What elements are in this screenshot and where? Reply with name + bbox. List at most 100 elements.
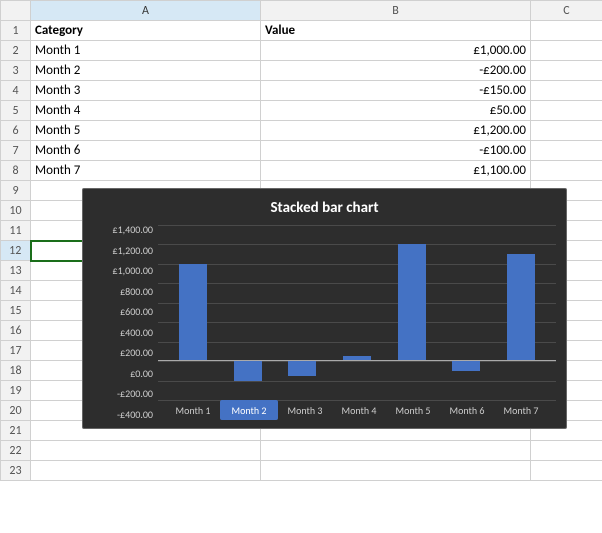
row-number: 21 [1,421,31,441]
bar [288,361,316,376]
cell-b[interactable] [261,441,531,461]
bar-group [166,225,221,400]
row-number: 13 [1,261,31,281]
cell-b[interactable]: -£150.00 [261,81,531,101]
y-axis-label: £1,200.00 [113,246,154,256]
cell-c[interactable] [531,81,602,101]
table-row: 8Month 7£1,100.00 [1,161,602,181]
bar-group [493,225,548,400]
bar-group [439,225,494,400]
y-axis-label: -£200.00 [117,389,153,399]
col-header-b[interactable]: B [261,1,531,21]
y-axis: £1,400.00£1,200.00£1,000.00£800.00£600.0… [93,225,158,420]
cell-b[interactable]: £1,000.00 [261,41,531,61]
x-axis-label: Month 1 [166,400,220,420]
col-header-c[interactable]: C [531,1,602,21]
plot-area: Month 1Month 2Month 3Month 4Month 5Month… [158,225,556,420]
y-axis-label: £400.00 [120,328,153,338]
row-number: 4 [1,81,31,101]
y-axis-label: £0.00 [130,369,153,379]
row-number: 17 [1,341,31,361]
row-number: 20 [1,401,31,421]
cell-a[interactable]: Month 2 [31,61,261,81]
row-number: 11 [1,221,31,241]
cell-a[interactable]: Month 6 [31,141,261,161]
cell-a[interactable]: Month 1 [31,41,261,61]
cell-c[interactable] [531,141,602,161]
bar-group [384,225,439,400]
cell-b[interactable]: -£100.00 [261,141,531,161]
bar-group [221,225,276,400]
cell-b[interactable]: -£200.00 [261,61,531,81]
row-number: 16 [1,321,31,341]
table-row: 22 [1,441,602,461]
cell-c[interactable] [531,101,602,121]
y-axis-label: -£400.00 [117,410,153,420]
corner-header [1,1,31,21]
table-row: 7Month 6-£100.00 [1,141,602,161]
x-labels: Month 1Month 2Month 3Month 4Month 5Month… [158,400,556,420]
cell-c[interactable] [531,461,602,481]
table-row: 3Month 2-£200.00 [1,61,602,81]
chart-body: £1,400.00£1,200.00£1,000.00£800.00£600.0… [93,225,556,420]
cell-c[interactable] [531,41,602,61]
row-number: 9 [1,181,31,201]
y-axis-label: £800.00 [120,287,153,297]
cell-b[interactable] [261,461,531,481]
cell-c[interactable] [531,441,602,461]
row-number: 14 [1,281,31,301]
cell-b[interactable]: Value [261,21,531,41]
col-header-a[interactable]: A [31,1,261,21]
zero-line [158,360,556,361]
row-number: 18 [1,361,31,381]
row-number: 15 [1,301,31,321]
bar [507,254,535,361]
x-axis-label: Month 2 [220,400,278,420]
row-number: 23 [1,461,31,481]
table-row: 1CategoryValue [1,21,602,41]
bar [452,361,480,371]
row-number: 12 [1,241,31,261]
table-row: 23 [1,461,602,481]
bar-group [330,225,385,400]
x-axis-label: Month 4 [332,400,386,420]
table-row: 4Month 3-£150.00 [1,81,602,101]
cell-b[interactable]: £50.00 [261,101,531,121]
bars-container [158,225,556,400]
x-axis-label: Month 5 [386,400,440,420]
row-number: 6 [1,121,31,141]
bar [398,244,426,361]
cell-b[interactable]: £1,100.00 [261,161,531,181]
row-number: 2 [1,41,31,61]
cell-a[interactable] [31,441,261,461]
x-axis-label: Month 6 [440,400,494,420]
row-number: 5 [1,101,31,121]
table-row: 2Month 1£1,000.00 [1,41,602,61]
row-number: 8 [1,161,31,181]
cell-a[interactable]: Month 7 [31,161,261,181]
bar [179,264,207,361]
row-number: 10 [1,201,31,221]
cell-c[interactable] [531,21,602,41]
chart-title: Stacked bar chart [93,199,556,217]
cell-b[interactable]: £1,200.00 [261,121,531,141]
cell-a[interactable] [31,461,261,481]
cell-a[interactable]: Month 5 [31,121,261,141]
row-number: 3 [1,61,31,81]
cell-c[interactable] [531,161,602,181]
cell-a[interactable]: Month 3 [31,81,261,101]
chart-container[interactable]: Stacked bar chart £1,400.00£1,200.00£1,0… [82,188,567,429]
y-axis-label: £200.00 [120,348,153,358]
cell-c[interactable] [531,61,602,81]
cell-a[interactable]: Category [31,21,261,41]
row-number: 19 [1,381,31,401]
row-number: 7 [1,141,31,161]
bar-group [275,225,330,400]
cell-c[interactable] [531,121,602,141]
row-number: 22 [1,441,31,461]
spreadsheet-container: A B C 1CategoryValue2Month 1£1,000.003Mo… [0,0,602,481]
bar [234,361,262,380]
y-axis-label: £1,400.00 [113,225,154,235]
row-number: 1 [1,21,31,41]
cell-a[interactable]: Month 4 [31,101,261,121]
